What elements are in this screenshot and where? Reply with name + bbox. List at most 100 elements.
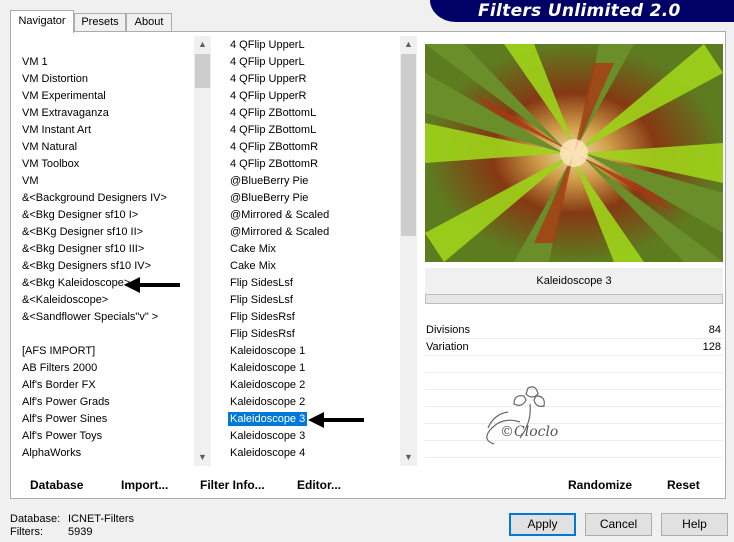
filter-item-label: 4 QFlip ZBottomR [230,158,319,170]
scroll-up-icon[interactable]: ▲ [400,36,417,53]
filter-item[interactable]: @BlueBerry Pie [217,173,400,190]
category-item[interactable]: VM Natural [14,139,194,156]
filter-item[interactable]: 4 QFlip ZBottomR [217,156,400,173]
category-item[interactable]: VM Toolbox [14,156,194,173]
filter-item[interactable]: Kaleidoscope 1 [217,360,400,377]
filter-scrollbar[interactable]: ▲ ▼ [400,36,417,466]
category-item[interactable]: AlphaWorks [14,445,194,462]
category-item[interactable]: &<Bkg Designer sf10 III> [14,241,194,258]
editor-button[interactable]: Editor... [297,476,341,494]
category-item[interactable]: VM Instant Art [14,122,194,139]
category-item-label: VM Toolbox [22,158,80,170]
category-item[interactable]: Alf's Power Sines [14,411,194,428]
tab-navigator[interactable]: Navigator [10,10,74,33]
filter-item[interactable]: 4 QFlip UpperR [217,88,400,105]
category-item-label: [AFS IMPORT] [22,345,96,357]
category-item[interactable]: VM [14,173,194,190]
database-status: Database: ICNET-Filters [10,513,134,526]
tab-presets[interactable]: Presets [74,13,126,32]
filter-item-label: 4 QFlip ZBottomL [230,107,317,119]
filter-item[interactable]: Kaleidoscope 2 [217,394,400,411]
filter-item[interactable]: Kaleidoscope 4 [217,445,400,462]
filter-item[interactable]: Cake Mix [217,241,400,258]
filter-item-label: 4 QFlip UpperL [230,39,305,51]
category-item-label: VM 1 [22,56,48,68]
category-scrollbar[interactable]: ▲ ▼ [194,36,211,466]
filter-item[interactable]: 4 QFlip UpperR [217,71,400,88]
filter-item[interactable]: 4 QFlip UpperL [217,54,400,71]
filter-item-label: 4 QFlip ZBottomR [230,141,319,153]
category-item[interactable]: Alf's Power Toys [14,428,194,445]
filter-item[interactable]: 4 QFlip ZBottomR [217,139,400,156]
filter-item[interactable]: Flip SidesLsf [217,275,400,292]
category-item-label: &<Background Designers IV> [22,192,167,204]
filter-item-label: Kaleidoscope 1 [230,362,306,374]
category-item[interactable]: VM Experimental [14,88,194,105]
import-button[interactable]: Import... [121,476,168,494]
category-item[interactable] [14,326,194,343]
category-item[interactable]: AB Filters 2000 [14,360,194,377]
filter-info-button[interactable]: Filter Info... [200,476,265,494]
filter-item-label: 4 QFlip UpperR [230,90,307,102]
filter-item[interactable]: 4 QFlip UpperL [217,37,400,54]
filter-item[interactable]: 4 QFlip ZBottomL [217,122,400,139]
filter-item[interactable]: @BlueBerry Pie [217,190,400,207]
randomize-button[interactable]: Randomize [568,476,632,494]
category-item[interactable]: &<Sandflower Specials"v" > [14,309,194,326]
param-value: 84 [708,324,721,336]
category-item[interactable]: VM Extravaganza [14,105,194,122]
filter-item[interactable]: 4 QFlip ZBottomL [217,105,400,122]
category-item[interactable]: VM Distortion [14,71,194,88]
app-title-banner: Filters Unlimited 2.0 [430,0,734,22]
filter-item[interactable]: Cake Mix [217,258,400,275]
help-button[interactable]: Help [661,513,728,536]
filter-item[interactable]: Kaleidoscope 3 [217,428,400,445]
filter-item[interactable]: Flip SidesRsf [217,326,400,343]
watermark-text: ©Cloclo [500,424,559,440]
filter-item[interactable]: Flip SidesLsf [217,292,400,309]
filter-item-label: @BlueBerry Pie [230,175,309,187]
cancel-button[interactable]: Cancel [585,513,652,536]
category-item-label: &<BKg Designer sf10 II> [22,226,144,238]
category-item[interactable]: &<Background Designers IV> [14,190,194,207]
filter-scroll-thumb[interactable] [401,54,416,236]
filter-item[interactable]: Kaleidoscope 2 [217,377,400,394]
category-item-label: VM Extravaganza [22,107,109,119]
category-item-label: &<Kaleidoscope> [22,294,109,306]
selected-filter-name: Kaleidoscope 3 [425,268,723,294]
category-item[interactable]: VM 1 [14,54,194,71]
database-button[interactable]: Database [30,476,83,494]
category-item[interactable]: &<BKg Designer sf10 II> [14,224,194,241]
tab-about[interactable]: About [126,13,172,32]
apply-button[interactable]: Apply [509,513,576,536]
category-item[interactable]: &<Bkg Designers sf10 IV> [14,258,194,275]
param-variation[interactable]: Variation 128 [425,339,723,356]
filter-item-label: @BlueBerry Pie [230,192,309,204]
scroll-down-icon[interactable]: ▼ [194,449,211,466]
category-list[interactable]: VM 1 VM Distortion VM Experimental VM Extra… [14,36,211,466]
filter-item[interactable]: Kaleidoscope 1 [217,343,400,360]
scroll-down-icon[interactable]: ▼ [400,449,417,466]
filter-list[interactable]: 4 QFlip UpperL 4 QFlip UpperL 4 QFlip Uppe… [217,36,417,466]
filter-item[interactable]: @Mirrored & Scaled [217,207,400,224]
scroll-up-icon[interactable]: ▲ [194,36,211,53]
category-item-label: &<Bkg Designer sf10 I> [22,209,139,221]
reset-button[interactable]: Reset [667,476,700,494]
param-divisions[interactable]: Divisions 84 [425,322,723,339]
category-item[interactable]: &<Kaleidoscope> [14,292,194,309]
filter-item[interactable]: Flip SidesRsf [217,309,400,326]
filter-item[interactable]: @Mirrored & Scaled [217,224,400,241]
category-scroll-thumb[interactable] [195,54,210,88]
filter-item-label: Flip SidesLsf [230,294,293,306]
category-item[interactable]: [AFS IMPORT] [14,343,194,360]
category-item[interactable]: Alf's Power Grads [14,394,194,411]
category-item-label: AB Filters 2000 [22,362,98,374]
filter-item-label: @Mirrored & Scaled [230,209,330,221]
category-item-label: &<Sandflower Specials"v" > [22,311,159,323]
filter-item-label: Kaleidoscope 1 [230,345,306,357]
filter-item-label: Cake Mix [230,243,276,255]
category-item[interactable]: Alf's Border FX [14,377,194,394]
filter-item-label: 4 QFlip UpperL [230,56,305,68]
filter-item-label: Kaleidoscope 4 [230,447,306,459]
category-item[interactable]: &<Bkg Designer sf10 I> [14,207,194,224]
